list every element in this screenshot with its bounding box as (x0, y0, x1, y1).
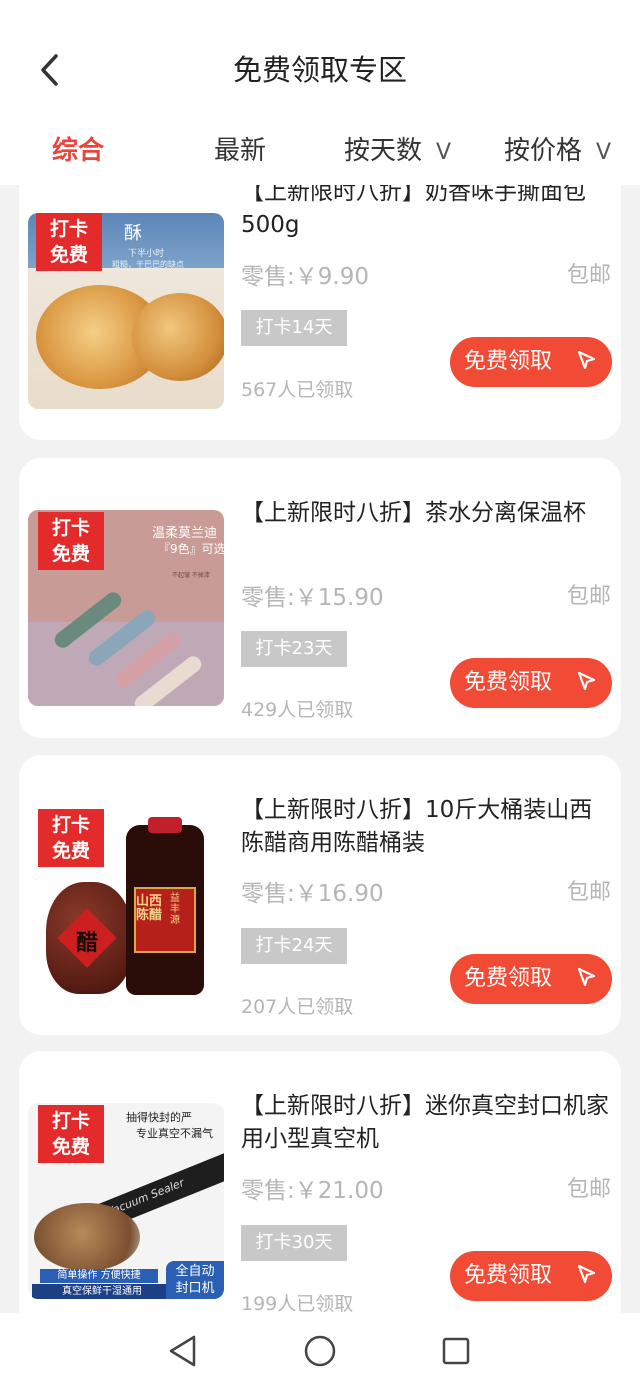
bottle-label-text: 益丰源 (170, 893, 180, 926)
product-card[interactable]: 抽得快封的严 专业真空不漏气 Vacuum Sealer 简单操作 方便快捷 真… (19, 1051, 621, 1313)
button-label: 免费领取 (464, 670, 553, 695)
chevron-down-icon: V (596, 140, 612, 165)
checkin-free-badge: 打卡 免费 (38, 512, 104, 570)
tab-label: 按天数 (344, 136, 423, 166)
image-caption: 抽得快封的严 (126, 1111, 192, 1124)
back-triangle-icon (169, 1335, 196, 1367)
shipping-label: 包邮 (566, 880, 611, 905)
image-banner: 全自动 封口机 (166, 1261, 224, 1299)
page-title: 免费领取专区 (232, 53, 407, 87)
bottle-cap-graphic (148, 817, 182, 833)
shrimp-bag-graphic (34, 1203, 140, 1271)
cursor-arrow-icon (577, 350, 596, 370)
shipping-label: 包邮 (566, 1177, 611, 1202)
app-header: 免费领取专区 综合 最新 按天数 V 按价格 V (0, 0, 640, 185)
chevron-down-icon: V (436, 140, 452, 165)
retail-price: 零售:￥15.90 (241, 585, 384, 611)
free-claim-button[interactable]: 免费领取 (450, 658, 612, 708)
product-name: 【上新限时八折】迷你真空封口机家用小型真空机 (241, 1093, 609, 1152)
image-caption: 『9色』可选 (158, 542, 224, 556)
badge-line: 打卡 (51, 1110, 90, 1132)
product-card[interactable]: 醋 山西陈醋 益丰源 打卡 免费 【上新限时八折】10斤大桶装山西陈醋商用陈醋桶… (19, 755, 621, 1035)
product-name: 【上新限时八折】奶香味手撕面包500g (241, 185, 586, 238)
tab-sort-by-price[interactable]: 按价格 V (504, 125, 611, 177)
product-card[interactable]: 酥 下半小时 粗糙，干巴巴的缺点 打卡 免费 【上新限时八折】奶香味手撕面包50… (19, 185, 621, 440)
claimed-count: 429人已领取 (241, 699, 354, 721)
button-label: 免费领取 (464, 966, 553, 991)
recents-square-icon (442, 1337, 470, 1365)
banner-line: 封口机 (175, 1281, 215, 1296)
banner-line: 全自动 (175, 1264, 215, 1279)
retail-price: 零售:￥21.00 (241, 1178, 384, 1204)
shipping-label: 包邮 (566, 584, 611, 609)
system-nav-bar (0, 1313, 640, 1387)
filter-tabs: 综合 最新 按天数 V 按价格 V (0, 125, 640, 177)
image-banner: 真空保鲜干湿通用 (32, 1284, 172, 1299)
product-list[interactable]: 酥 下半小时 粗糙，干巴巴的缺点 打卡 免费 【上新限时八折】奶香味手撕面包50… (0, 185, 640, 1313)
badge-line: 打卡 (51, 814, 90, 836)
tab-comprehensive[interactable]: 综合 (52, 125, 104, 177)
product-name: 【上新限时八折】茶水分离保温杯 (241, 500, 586, 526)
badge-line: 免费 (49, 244, 88, 266)
cursor-arrow-icon (577, 967, 596, 987)
badge-line: 免费 (51, 1136, 90, 1158)
cursor-arrow-icon (577, 1264, 596, 1284)
checkin-free-badge: 打卡 免费 (38, 1105, 104, 1163)
badge-line: 打卡 (49, 218, 88, 240)
image-caption: 专业真空不漏气 (136, 1127, 213, 1140)
shipping-label: 包邮 (566, 263, 611, 288)
checkin-free-badge: 打卡 免费 (38, 809, 104, 867)
product-image: 酥 下半小时 粗糙，干巴巴的缺点 打卡 免费 (28, 213, 224, 409)
badge-line: 免费 (51, 840, 90, 862)
badge-line: 打卡 (51, 517, 90, 539)
product-image: 温柔莫兰迪 『9色』可选 不起皱 不掉漆 打卡 免费 (28, 510, 224, 706)
claimed-count: 207人已领取 (241, 996, 354, 1018)
cursor-arrow-icon (577, 671, 596, 691)
tab-label: 按价格 (504, 136, 583, 166)
checkin-days-tag: 打卡14天 (241, 310, 347, 346)
product-card[interactable]: 温柔莫兰迪 『9色』可选 不起皱 不掉漆 打卡 免费 【上新限时八折】茶水分离保… (19, 458, 621, 738)
product-name: 【上新限时八折】10斤大桶装山西陈醋商用陈醋桶装 (241, 797, 593, 856)
free-claim-button[interactable]: 免费领取 (450, 337, 612, 387)
checkin-days-tag: 打卡30天 (241, 1225, 347, 1261)
retail-price: 零售:￥16.90 (241, 881, 384, 907)
button-label: 免费领取 (464, 349, 553, 374)
free-claim-button[interactable]: 免费领取 (450, 954, 612, 1004)
jar-label-text: 醋 (75, 931, 98, 956)
bottle-label-text: 山西陈醋 (136, 894, 163, 923)
tab-label: 最新 (214, 136, 267, 166)
tab-label: 综合 (52, 136, 105, 166)
badge-line: 免费 (51, 543, 90, 565)
tab-newest[interactable]: 最新 (214, 125, 266, 177)
product-image: 抽得快封的严 专业真空不漏气 Vacuum Sealer 简单操作 方便快捷 真… (28, 1103, 224, 1299)
product-image: 醋 山西陈醋 益丰源 打卡 免费 (28, 807, 224, 1003)
free-claim-button[interactable]: 免费领取 (450, 1251, 612, 1301)
checkin-days-tag: 打卡23天 (241, 631, 347, 667)
claimed-count: 567人已领取 (241, 379, 354, 401)
image-caption: 粗糙，干巴巴的缺点 (112, 260, 184, 269)
checkin-days-tag: 打卡24天 (241, 928, 347, 964)
nav-recents-button[interactable] (436, 1331, 476, 1371)
bread-graphic (132, 293, 224, 381)
checkin-free-badge: 打卡 免费 (36, 213, 102, 271)
home-circle-icon (304, 1335, 336, 1367)
image-banner: 简单操作 方便快捷 (40, 1269, 158, 1283)
claimed-count: 199人已领取 (241, 1293, 354, 1313)
image-caption: 温柔莫兰迪 (152, 526, 218, 541)
retail-price: 零售:￥9.90 (241, 264, 369, 290)
nav-home-button[interactable] (300, 1331, 340, 1371)
button-label: 免费领取 (464, 1263, 553, 1288)
image-caption: 酥 (124, 223, 142, 244)
tab-sort-by-days[interactable]: 按天数 V (344, 125, 451, 177)
image-caption: 不起皱 不掉漆 (172, 572, 210, 579)
image-caption: 下半小时 (128, 249, 165, 259)
nav-back-button[interactable] (163, 1331, 203, 1371)
